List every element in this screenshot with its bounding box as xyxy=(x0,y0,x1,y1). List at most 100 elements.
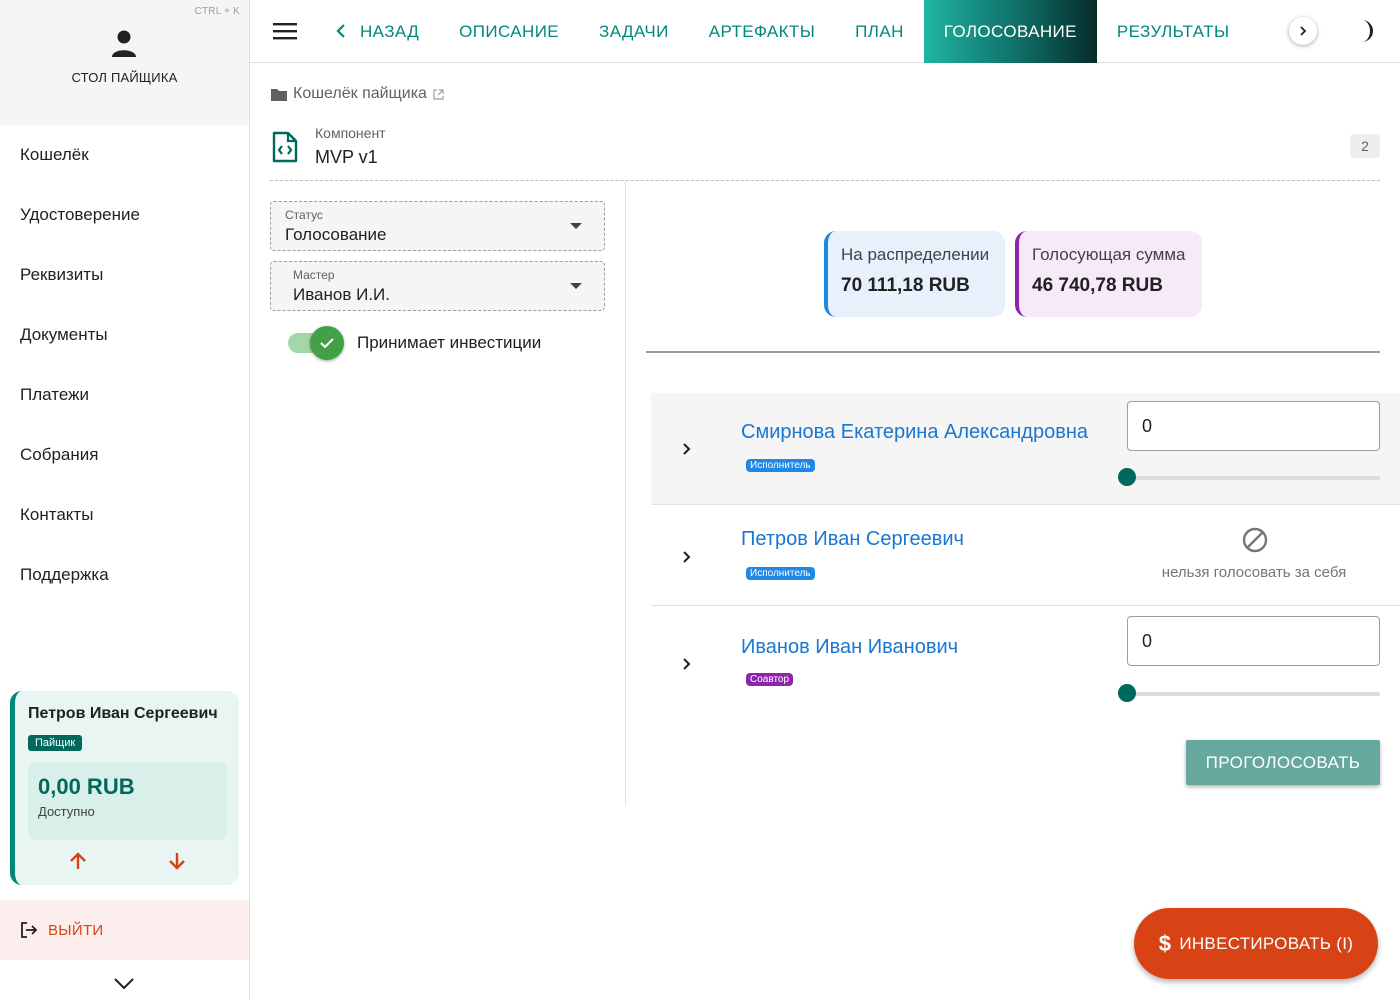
toggle-track xyxy=(288,326,344,360)
status-select-label: Статус xyxy=(285,208,323,222)
sidebar-nav: Кошелёк Удостоверение Реквизиты Документ… xyxy=(0,125,249,605)
block-icon xyxy=(1242,527,1268,553)
top-bar: НАЗАД ОПИСАНИЕ ЗАДАЧИ АРТЕФАКТЫ ПЛАН ГОЛ… xyxy=(250,0,1400,63)
sidebar-item-requisites[interactable]: Реквизиты xyxy=(0,245,249,305)
blocked-vote-text: нельзя голосовать за себя xyxy=(1161,564,1347,581)
logout-icon xyxy=(21,922,38,938)
toggle-knob xyxy=(310,326,344,360)
toggle-label: Принимает инвестиции xyxy=(357,333,542,352)
sidebar-item-wallet[interactable]: Кошелёк xyxy=(0,125,249,185)
theme-toggle-button[interactable] xyxy=(1350,16,1380,46)
breadcrumb-label: Кошелёк пайщика xyxy=(293,85,427,102)
status-select[interactable]: Статус Голосование xyxy=(270,201,605,251)
user-name: Петров Иван Сергеевич xyxy=(28,705,218,722)
voting-panel: На распределении 70 111,18 RUB Голосующа… xyxy=(646,181,1400,881)
stat-voting-sum: Голосующая сумма 46 740,78 RUB xyxy=(1015,231,1202,317)
slider-thumb[interactable] xyxy=(1118,468,1136,486)
voter-role-badge: Исполнитель xyxy=(746,567,815,580)
logout-label: ВЫЙТИ xyxy=(48,921,104,939)
dropdown-arrow-icon xyxy=(570,283,582,289)
back-button[interactable]: НАЗАД xyxy=(320,0,439,63)
sidebar-title: СТОЛ ПАЙЩИКА xyxy=(71,70,178,85)
component-header: Компонент MVP v1 2 xyxy=(270,123,1380,181)
arrow-up-icon xyxy=(69,852,86,869)
tab-results[interactable]: РЕЗУЛЬТАТЫ xyxy=(1097,0,1250,63)
user-card: Петров Иван Сергеевич Пайщик 0,00 RUB До… xyxy=(10,691,239,885)
master-select[interactable]: Мастер Иванов И.И. xyxy=(270,261,605,311)
voter-role-badge: Соавтор xyxy=(746,673,794,686)
deposit-button[interactable] xyxy=(63,846,93,876)
stat-distribution: На распределении 70 111,18 RUB xyxy=(824,231,1005,317)
sidebar: CTRL + K СТОЛ ПАЙЩИКА Кошелёк Удостовере… xyxy=(0,0,250,1000)
sidebar-item-support[interactable]: Поддержка xyxy=(0,545,249,605)
chevron-right-icon[interactable] xyxy=(676,439,696,459)
breadcrumb[interactable]: Кошелёк пайщика xyxy=(271,85,444,103)
vote-slider[interactable] xyxy=(1118,468,1380,486)
role-badge: Пайщик xyxy=(28,735,83,751)
component-label: Компонент xyxy=(315,125,386,141)
sidebar-item-payments[interactable]: Платежи xyxy=(0,365,249,425)
logout-button[interactable]: ВЫЙТИ xyxy=(0,900,249,960)
arrow-down-icon xyxy=(169,853,186,870)
tab-plan[interactable]: ПЛАН xyxy=(835,0,924,63)
stat-distribution-value: 70 111,18 RUB xyxy=(841,275,970,296)
tab-description[interactable]: ОПИСАНИЕ xyxy=(439,0,579,63)
main-content: Кошелёк пайщика Компонент MVP v1 2 Стату… xyxy=(250,63,1400,1000)
voter-row: Петров Иван Сергеевич Исполнитель нельзя… xyxy=(651,505,1400,606)
sidebar-item-certificate[interactable]: Удостоверение xyxy=(0,185,249,245)
tabs-scroll-right-button[interactable] xyxy=(1289,17,1317,45)
app-root: CTRL + K СТОЛ ПАЙЩИКА Кошелёк Удостовере… xyxy=(0,0,1400,1000)
stat-distribution-label: На распределении xyxy=(841,245,990,264)
master-select-value: Иванов И.И. xyxy=(293,285,390,304)
chevron-left-icon xyxy=(336,24,345,38)
tab-voting[interactable]: ГОЛОСОВАНИЕ xyxy=(923,0,1097,63)
sidebar-header: CTRL + K СТОЛ ПАЙЩИКА xyxy=(0,0,249,125)
tab-tasks[interactable]: ЗАДАЧИ xyxy=(579,0,689,63)
chevron-right-icon[interactable] xyxy=(676,654,696,674)
chevron-right-icon[interactable] xyxy=(676,547,696,567)
vote-amount-input[interactable] xyxy=(1127,616,1380,666)
count-badge: 2 xyxy=(1350,134,1380,158)
hamburger-menu-icon xyxy=(273,23,297,40)
filters-panel: Статус Голосование Мастер Иванов И.И. Пр… xyxy=(270,181,626,805)
voter-row: Смирнова Екатерина Александровна Исполни… xyxy=(651,393,1400,505)
voter-role-badge: Исполнитель xyxy=(746,459,815,472)
balance-amount: 0,00 RUB xyxy=(38,774,135,799)
sidebar-item-contacts[interactable]: Контакты xyxy=(0,485,249,545)
sidebar-item-documents[interactable]: Документы xyxy=(0,305,249,365)
chevron-down-icon[interactable] xyxy=(112,974,136,994)
shortcut-hint: CTRL + K xyxy=(194,6,240,17)
chevron-right-icon xyxy=(1300,26,1307,36)
withdraw-button[interactable] xyxy=(162,846,192,876)
voter-name[interactable]: Смирнова Екатерина Александровна xyxy=(741,421,1088,444)
component-name: MVP v1 xyxy=(315,147,378,167)
vote-button[interactable]: ПРОГОЛОСОВАТЬ xyxy=(1186,740,1380,785)
status-select-value: Голосование xyxy=(285,225,387,244)
moon-icon xyxy=(1362,20,1373,42)
external-link-icon xyxy=(433,88,444,100)
menu-button[interactable] xyxy=(250,0,320,63)
card-actions xyxy=(28,846,227,876)
folder-icon xyxy=(271,88,287,101)
code-file-icon xyxy=(272,131,298,163)
person-icon xyxy=(112,30,136,57)
dropdown-arrow-icon xyxy=(570,223,582,229)
back-label: НАЗАД xyxy=(360,21,420,41)
vote-slider[interactable] xyxy=(1118,684,1380,702)
invest-label: ИНВЕСТИРОВАТЬ (I) xyxy=(1179,933,1354,953)
balance-label: Доступно xyxy=(38,804,95,819)
accepts-investments-toggle[interactable]: Принимает инвестиции xyxy=(288,326,542,360)
divider xyxy=(646,351,1380,353)
balance-box: 0,00 RUB Доступно xyxy=(28,762,227,840)
invest-button[interactable]: $ ИНВЕСТИРОВАТЬ (I) xyxy=(1134,908,1378,979)
vote-amount-input[interactable] xyxy=(1127,401,1380,451)
check-icon xyxy=(320,338,334,349)
stat-voting-sum-value: 46 740,78 RUB xyxy=(1032,275,1163,296)
stat-voting-sum-label: Голосующая сумма xyxy=(1032,245,1186,264)
voter-name[interactable]: Иванов Иван Иванович xyxy=(741,636,958,659)
dollar-icon: $ xyxy=(1158,930,1172,956)
voter-name[interactable]: Петров Иван Сергеевич xyxy=(741,528,964,551)
tab-artifacts[interactable]: АРТЕФАКТЫ xyxy=(689,0,835,63)
slider-thumb[interactable] xyxy=(1118,684,1136,702)
sidebar-item-meetings[interactable]: Собрания xyxy=(0,425,249,485)
